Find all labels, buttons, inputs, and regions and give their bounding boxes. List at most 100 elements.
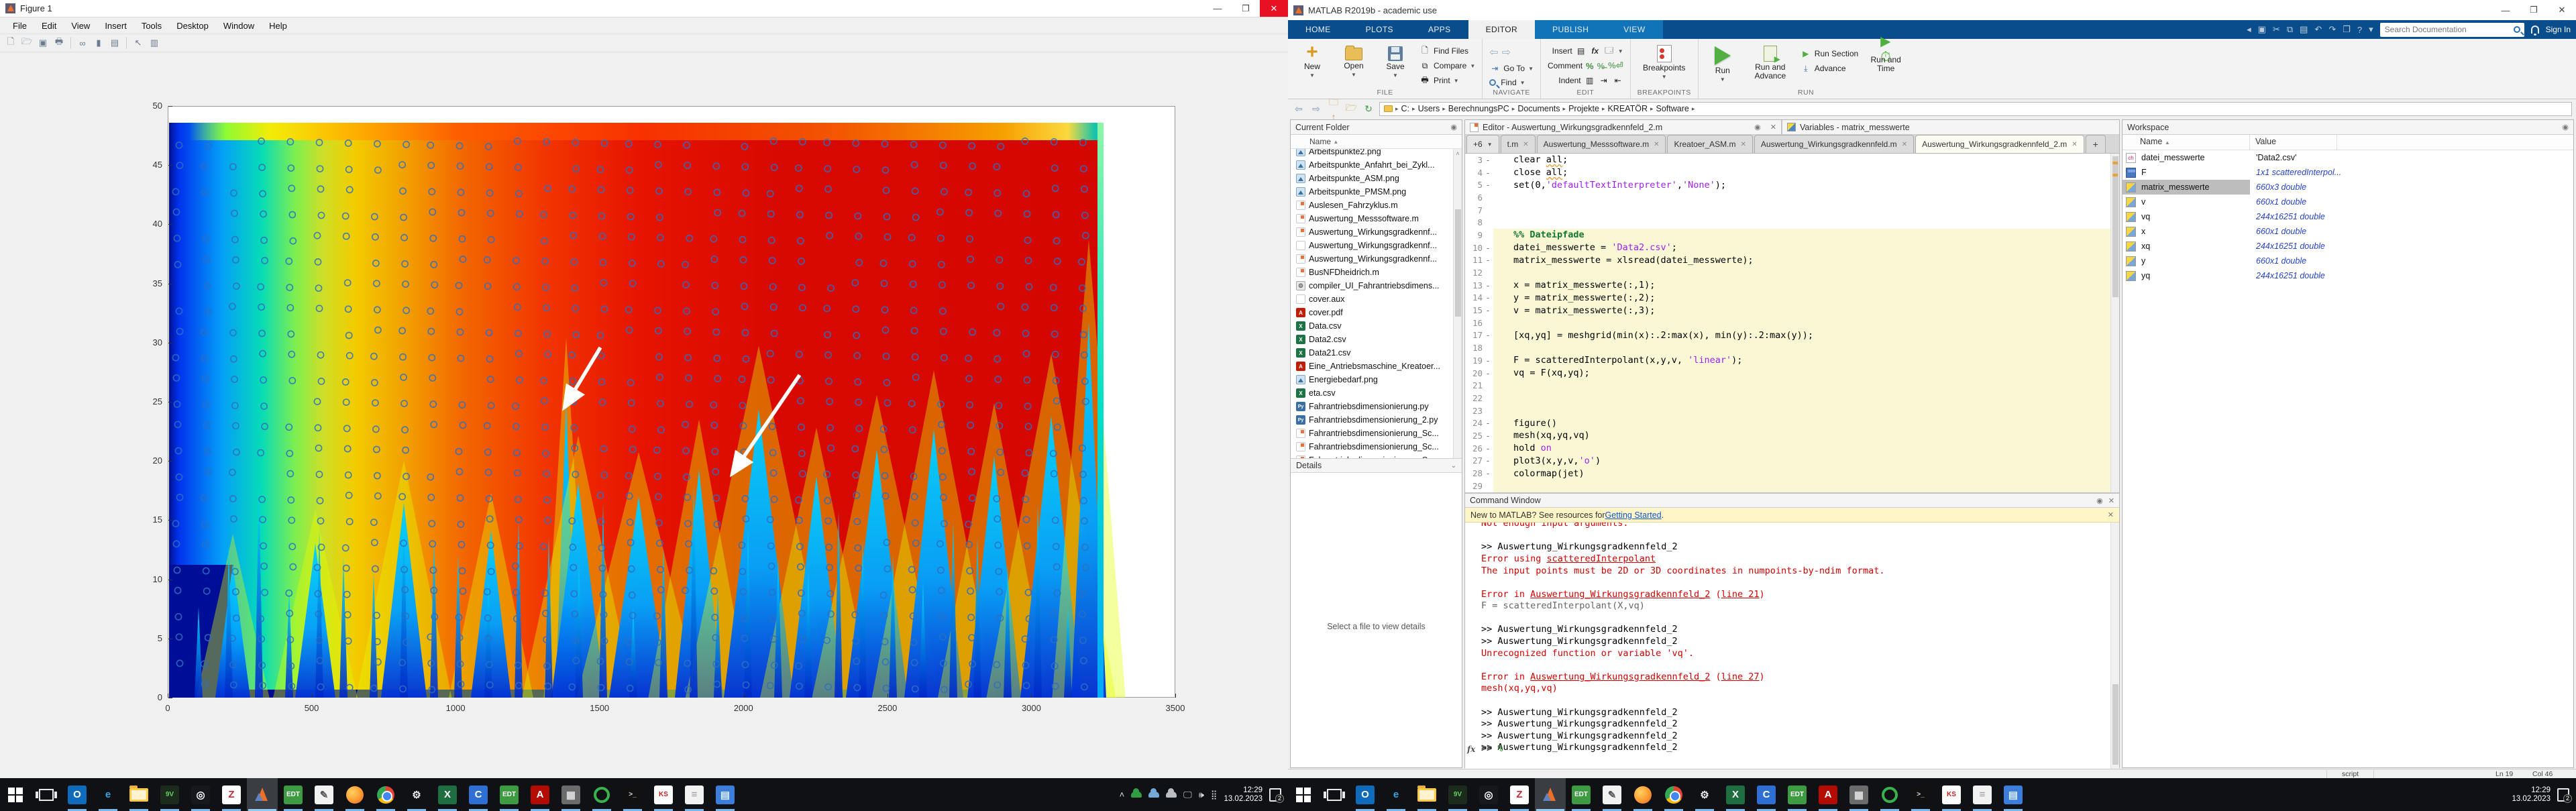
workspace-variable-row[interactable]: yq244x16251 double xyxy=(2123,268,2573,283)
editor-tab[interactable]: Kreatoer_ASM.m✕ xyxy=(1667,135,1752,153)
menu-file[interactable]: File xyxy=(5,19,34,33)
taskbar-app-matlab[interactable] xyxy=(247,778,278,811)
notification-bell-icon[interactable] xyxy=(2531,25,2539,34)
minimize-button[interactable]: — xyxy=(2491,0,2520,20)
workspace-variable-row[interactable]: xq244x16251 double xyxy=(2123,239,2573,254)
collapse-icon[interactable]: ◂ xyxy=(2247,24,2251,35)
file-list-item[interactable]: Auswertung_Wirkungsgradkennf... xyxy=(1291,239,1462,252)
switch-window-icon[interactable]: ❐ xyxy=(2343,24,2351,35)
new-tab-button[interactable]: + xyxy=(2086,135,2106,153)
taskbar-app-matlab[interactable] xyxy=(1535,778,1566,811)
code-line[interactable]: 4-close all; xyxy=(1465,166,2119,179)
code-line[interactable]: 13-x = matrix_messwerte(:,1); xyxy=(1465,279,2119,292)
breadcrumb-segment[interactable]: C: xyxy=(1401,104,1410,113)
editor-overflow-tab[interactable]: +6▼ xyxy=(1466,135,1499,153)
taskbar-app-gray-app[interactable]: ▦ xyxy=(1843,778,1874,811)
file-list-column-header[interactable]: Name ▲ xyxy=(1291,135,1462,149)
file-list-scrollbar[interactable]: ˄ xyxy=(1453,149,1462,459)
property-editor-icon[interactable]: ▥ xyxy=(148,36,161,50)
volume-icon[interactable]: 🕪 xyxy=(1199,790,1204,800)
name-column-header[interactable]: Name ▲ xyxy=(2123,135,2250,150)
taskbar-app-c-app[interactable]: C xyxy=(463,778,494,811)
file-list-item[interactable]: PyFahrantriebsdimensionierung.py xyxy=(1291,400,1462,413)
taskbar-app-terminal[interactable]: >_ xyxy=(1905,778,1936,811)
file-list-item[interactable]: Arbeitspunkte2.png xyxy=(1291,149,1462,158)
taskbar-app-edt-app[interactable]: EDT xyxy=(1566,778,1597,811)
file-list-item[interactable]: Auswertung_Wirkungsgradkennf... xyxy=(1291,252,1462,266)
menu-desktop[interactable]: Desktop xyxy=(169,19,216,33)
code-line[interactable]: 29 xyxy=(1465,480,2119,492)
close-tab-icon[interactable]: ✕ xyxy=(1523,141,1528,148)
file-list-item[interactable]: XData2.csv xyxy=(1291,333,1462,346)
taskbar-app-ks-app[interactable]: KS xyxy=(648,778,679,811)
editor-tab[interactable]: Auswertung_Messsoftware.m✕ xyxy=(1537,135,1666,153)
open-button[interactable]: Open▼ xyxy=(1336,42,1371,78)
taskbar-app-firefox[interactable] xyxy=(339,778,370,811)
legend-icon[interactable]: ▤ xyxy=(108,36,121,50)
file-list-item[interactable]: Fahrantriebsdimensionierung_Sc... xyxy=(1291,440,1462,453)
forward-icon[interactable]: ⇨ xyxy=(1309,103,1323,115)
copy-icon[interactable]: ⧉ xyxy=(2287,24,2293,35)
file-list-item[interactable]: AEine_Antriebsmaschine_Kreatoer... xyxy=(1291,360,1462,373)
save-icon[interactable]: ▣ xyxy=(2258,24,2266,35)
file-list-item[interactable]: Arbeitspunkte_Anfahrt_bei_Zykl... xyxy=(1291,158,1462,172)
file-list-item[interactable]: Xeta.csv xyxy=(1291,386,1462,400)
new-document-icon[interactable]: 🗋 xyxy=(4,36,17,50)
print-button[interactable]: 🖶Print▼ xyxy=(1419,75,1475,86)
forward-icon[interactable]: ⇨ xyxy=(1502,46,1511,59)
code-line[interactable]: 24-figure() xyxy=(1465,417,2119,429)
close-panel-icon[interactable]: ✕ xyxy=(2108,496,2114,505)
taskbar-app-obs[interactable]: ◎ xyxy=(1473,778,1504,811)
code-line[interactable]: 15-v = matrix_messwerte(:,3); xyxy=(1465,304,2119,317)
details-header[interactable]: Details⌄ xyxy=(1291,459,1462,473)
command-window-scrollbar[interactable] xyxy=(2110,523,2119,769)
code-line[interactable]: 17-[xq,yq] = meshgrid(min(x):.2:max(x), … xyxy=(1465,329,2119,342)
taskbar-app-white-doc[interactable]: ≡ xyxy=(1967,778,1998,811)
file-list-item[interactable]: Auslesen_Fahrzyklus.m xyxy=(1291,199,1462,212)
breadcrumb-segment[interactable]: Projekte xyxy=(1568,104,1599,113)
editor-tab[interactable]: Auswertung_Wirkungsgradkennfeld_2.m✕ xyxy=(1915,135,2084,153)
run-and-time-button[interactable]: ▶⏱Run and Time xyxy=(1865,42,1907,73)
refresh-icon[interactable]: ↻ xyxy=(1362,103,1375,115)
sign-in-link[interactable]: Sign In xyxy=(2546,25,2571,34)
taskbar-app-text-editor[interactable]: ✎ xyxy=(1597,778,1627,811)
code-line[interactable]: 27-plot3(x,y,v,'o') xyxy=(1465,455,2119,468)
breadcrumb-segment[interactable]: Documents xyxy=(1517,104,1560,113)
close-tab-icon[interactable]: ✕ xyxy=(1741,141,1746,148)
panel-menu-icon[interactable]: ◉ xyxy=(1754,123,1761,131)
ribbon-tab-home[interactable]: HOME xyxy=(1288,20,1348,39)
taskbar-app-chrome[interactable] xyxy=(370,778,401,811)
redo-icon[interactable]: ↷ xyxy=(2328,24,2336,35)
task-view-button[interactable] xyxy=(31,778,62,811)
taskbar-app-acrobat[interactable]: A xyxy=(1813,778,1843,811)
compare-button[interactable]: ⧉Compare▼ xyxy=(1419,60,1475,71)
start-button[interactable] xyxy=(0,778,31,811)
panel-menu-icon[interactable]: ◉ xyxy=(1450,123,1457,131)
file-list-item[interactable]: Fahrantriebsdimensionierung_Sc... xyxy=(1291,453,1462,459)
workspace-variable-row[interactable]: vq244x16251 double xyxy=(2123,209,2573,224)
link-icon[interactable]: ∞ xyxy=(76,36,89,50)
file-list-item[interactable]: Auswertung_Wirkungsgradkennf... xyxy=(1291,225,1462,239)
taskbar-app-settings[interactable]: ⚙ xyxy=(401,778,432,811)
save-icon[interactable]: ▣ xyxy=(36,36,50,50)
advance-button[interactable]: ⤓Advance xyxy=(1801,63,1858,74)
taskbar-app-edt-app-2[interactable]: EDT xyxy=(1782,778,1813,811)
notification-center-icon[interactable]: 2 xyxy=(2557,788,2569,802)
ribbon-tab-editor[interactable]: EDITOR xyxy=(1468,20,1536,39)
file-list-item[interactable]: XData21.csv xyxy=(1291,346,1462,360)
colorbar-icon[interactable]: ▮ xyxy=(92,36,105,50)
file-list-item[interactable]: cover.aux xyxy=(1291,292,1462,306)
taskbar-app-chrome[interactable] xyxy=(1658,778,1689,811)
file-list-item[interactable]: Energiebedarf.png xyxy=(1291,373,1462,386)
code-line[interactable]: 18 xyxy=(1465,341,2119,354)
workspace-variable-row[interactable]: matrix_messwerte660x3 double xyxy=(2123,180,2573,195)
menu-edit[interactable]: Edit xyxy=(34,19,64,33)
menu-view[interactable]: View xyxy=(64,19,97,33)
file-list-item[interactable]: ⚙compiler_UI_Fahrantriebsdimens... xyxy=(1291,279,1462,292)
editor-tab[interactable]: t.m✕ xyxy=(1501,135,1536,153)
file-list-item[interactable]: Auswertung_Messsoftware.m xyxy=(1291,212,1462,225)
taskbar-app-white-doc[interactable]: ≡ xyxy=(679,778,710,811)
onedrive-synced-icon[interactable] xyxy=(1131,792,1142,798)
file-list-item[interactable]: XData.csv xyxy=(1291,319,1462,333)
run-and-advance-button[interactable]: Run and Advance xyxy=(1747,42,1794,80)
